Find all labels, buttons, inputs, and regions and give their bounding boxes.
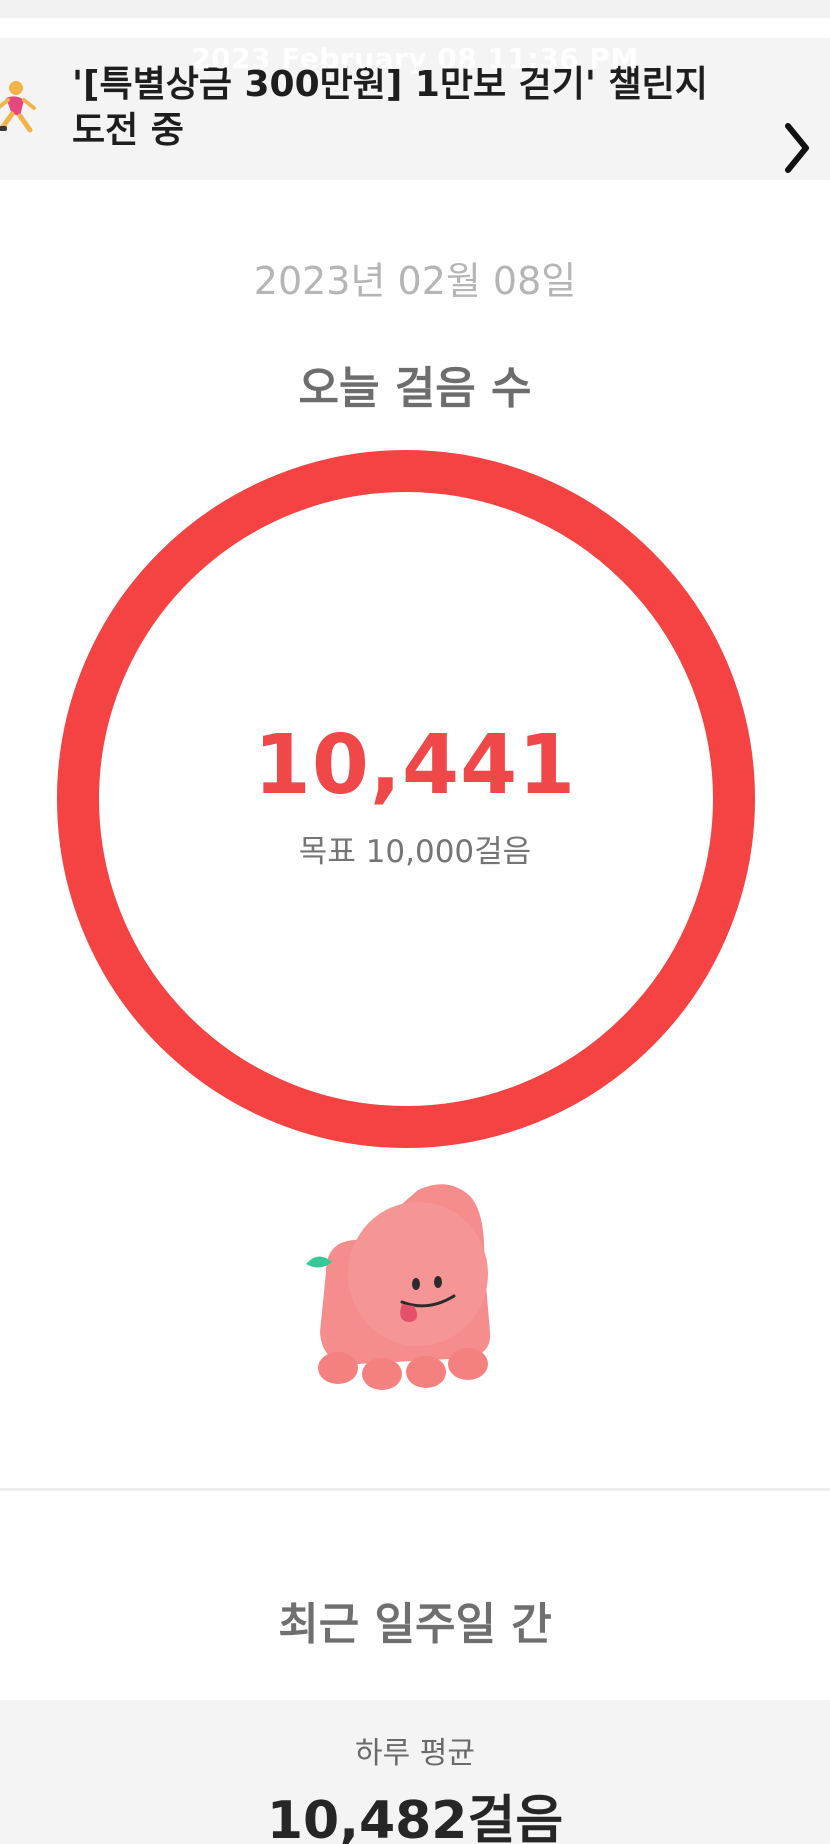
section-divider	[0, 1488, 830, 1491]
step-goal: 목표 10,000걸음	[298, 834, 532, 870]
challenge-text: '[특별상금 300만원] 1만보 걷기' 챌린지 도전 중	[72, 64, 708, 151]
today-step-count: 10,441	[253, 718, 577, 813]
weekly-average-panel: 하루 평균 10,482걸음	[0, 1700, 830, 1844]
chevron-right-icon[interactable]	[780, 118, 814, 178]
top-strip	[0, 0, 830, 18]
timestamp-watermark: 2023 February 08 11:36 PM	[191, 42, 639, 75]
running-person-icon	[0, 81, 36, 133]
peach-character-illustration	[306, 1184, 491, 1390]
screen: '[특별상금 300만원] 1만보 걷기' 챌린지 도전 중 2023 Febr…	[0, 0, 830, 1844]
daily-average-label: 하루 평균	[355, 1736, 475, 1771]
today-steps-title: 오늘 걸음 수	[298, 363, 532, 414]
current-date: 2023년 02월 08일	[253, 259, 577, 303]
recent-week-title: 최근 일주일 간	[278, 1599, 552, 1650]
daily-average-value: 10,482걸음	[266, 1791, 564, 1844]
